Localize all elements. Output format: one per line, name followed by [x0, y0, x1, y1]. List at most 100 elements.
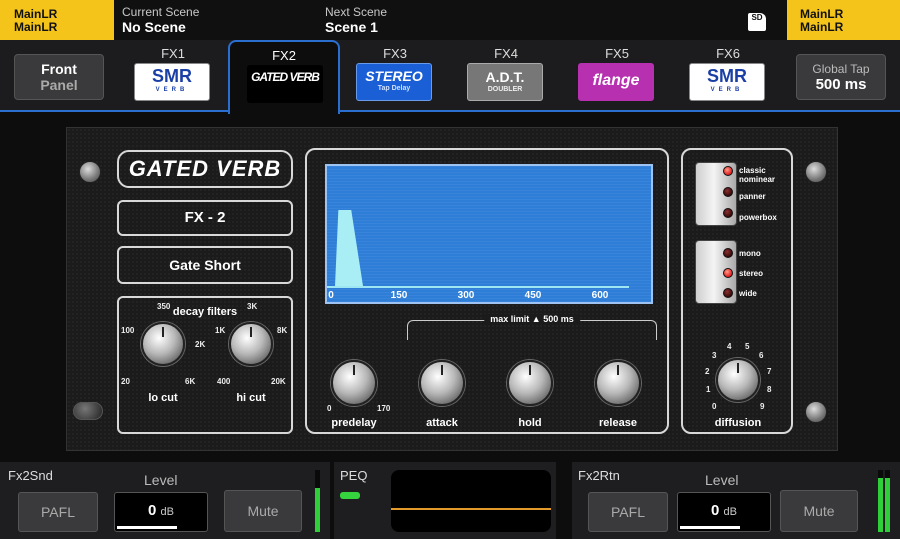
- hi-cut-knob[interactable]: [229, 322, 273, 366]
- top-bar: MainLR MainLR Current Scene No Scene Nex…: [0, 0, 900, 40]
- screw-icon: [805, 401, 827, 423]
- mode-option-classic[interactable]: classic nominear: [739, 166, 791, 184]
- send-level-field[interactable]: 0 dB: [114, 492, 208, 532]
- front-panel-line1: Front: [41, 61, 77, 77]
- smr-verb-logo: SMR VERB: [689, 63, 765, 101]
- app-root: MainLR MainLR Current Scene No Scene Nex…: [0, 0, 900, 539]
- tab-name: FX4: [494, 46, 518, 61]
- fx-panel: GATED VERB FX - 2 Gate Short decay filte…: [66, 127, 838, 451]
- tab-name: FX1: [161, 46, 185, 61]
- release-knob[interactable]: [595, 360, 641, 406]
- led-indicator: [723, 208, 733, 218]
- envelope-display[interactable]: 0 150 300 450 600: [325, 164, 653, 304]
- send-mute-button[interactable]: Mute: [224, 490, 302, 532]
- predelay-label: predelay: [331, 417, 377, 429]
- predelay-knob[interactable]: [331, 360, 377, 406]
- time-tick: 300: [457, 290, 475, 301]
- current-scene-value: No Scene: [122, 19, 186, 35]
- options-section: classic nominear panner powerbox mono st…: [681, 148, 793, 434]
- adt-doubler-logo: A.D.T. DOUBLER: [467, 63, 543, 101]
- hi-cut-scale-20k: 20K: [271, 377, 286, 386]
- lo-cut-scale-20: 20: [121, 377, 130, 386]
- return-level-meter-l: [878, 470, 883, 532]
- send-level-meter: [315, 470, 320, 532]
- logo-text: SMR: [707, 66, 747, 86]
- fx-send-strip: Fx2Snd Level PAFL 0 dB Mute: [0, 462, 330, 539]
- return-mute-button[interactable]: Mute: [780, 490, 858, 532]
- led-indicator: [723, 166, 733, 176]
- meter-fill: [878, 478, 883, 532]
- front-panel-button[interactable]: Front Panel: [14, 54, 104, 100]
- meter-fill: [315, 488, 320, 532]
- hold-knob[interactable]: [507, 360, 553, 406]
- lo-cut-scale-100: 100: [121, 326, 135, 335]
- peq-enabled-led[interactable]: [340, 492, 360, 499]
- diffusion-scale-6: 6: [759, 351, 764, 360]
- global-tap-button[interactable]: Global Tap 500 ms: [796, 54, 886, 100]
- flange-logo: flange: [578, 63, 654, 101]
- send-level-value: 0: [148, 502, 157, 519]
- envelope-section: 0 150 300 450 600 max limit ▲ 500 ms 0 1…: [305, 148, 669, 434]
- rack-slot-icon: [73, 402, 103, 420]
- diffusion-scale-3: 3: [712, 351, 717, 360]
- return-level-label: Level: [705, 472, 739, 488]
- gated-verb-logo: GATED VERB: [247, 65, 323, 103]
- attack-knob[interactable]: [419, 360, 465, 406]
- hold-label: hold: [518, 417, 542, 429]
- current-scene-label: Current Scene: [122, 5, 200, 19]
- lo-cut-label: lo cut: [148, 392, 178, 404]
- diffusion-scale-8: 8: [767, 385, 772, 394]
- mode-option-powerbox[interactable]: powerbox: [739, 213, 777, 222]
- logo-sub: VERB: [710, 87, 744, 93]
- tab-fx4[interactable]: FX4 A.D.T. DOUBLER: [450, 40, 562, 112]
- width-option-mono[interactable]: mono: [739, 249, 761, 258]
- max-limit-bracket: max limit ▲ 500 ms: [407, 314, 657, 340]
- diffusion-scale-0: 0: [712, 402, 717, 411]
- return-level-value: 0: [711, 502, 720, 519]
- hi-cut-scale-8k: 8K: [277, 326, 288, 335]
- logo-text: flange: [592, 72, 640, 89]
- global-tap-value: 500 ms: [815, 76, 867, 93]
- logo-sub: DOUBLER: [487, 86, 523, 93]
- tab-fx2[interactable]: FX2 GATED VERB: [228, 40, 340, 114]
- main-lr-left-badge[interactable]: MainLR MainLR: [0, 0, 114, 40]
- peq-strip[interactable]: PEQ: [334, 462, 556, 539]
- tab-fx5[interactable]: FX5 flange: [561, 40, 673, 112]
- peq-label: PEQ: [340, 468, 368, 483]
- diffusion-scale-2: 2: [705, 367, 710, 376]
- lo-cut-knob[interactable]: [141, 322, 185, 366]
- logo-sub: VERB: [155, 87, 189, 93]
- current-scene[interactable]: Current Scene No Scene: [122, 5, 199, 35]
- mode-option-panner[interactable]: panner: [739, 192, 766, 201]
- diffusion-scale-5: 5: [745, 342, 750, 351]
- logo-text: SMR: [152, 66, 192, 86]
- preset-name[interactable]: Gate Short: [117, 246, 293, 284]
- return-level-field[interactable]: 0 dB: [677, 492, 771, 532]
- decay-filters-section: decay filters 20 100 350 6K lo cut 1K 2K…: [117, 296, 293, 434]
- send-name: Fx2Snd: [8, 468, 53, 483]
- stereo-tap-delay-logo: STEREO Tap Delay: [356, 63, 432, 101]
- front-panel-line2: Panel: [40, 77, 78, 93]
- diffusion-knob[interactable]: [716, 358, 760, 402]
- tab-fx6[interactable]: FX6 SMR VERB: [672, 40, 784, 112]
- main-lr-right-badge[interactable]: MainLR MainLR: [787, 0, 900, 40]
- peq-curve-display[interactable]: [391, 470, 551, 532]
- diffusion-scale-4: 4: [727, 342, 732, 351]
- meter-fill: [885, 478, 890, 532]
- tab-fx3[interactable]: FX3 STEREO Tap Delay: [339, 40, 451, 112]
- badge-line2: MainLR: [14, 20, 58, 34]
- send-level-bar: [117, 526, 177, 529]
- width-option-wide[interactable]: wide: [739, 289, 757, 298]
- fx-return-strip: Fx2Rtn Level PAFL 0 dB Mute: [572, 462, 900, 539]
- next-scene[interactable]: Next Scene Scene 1: [325, 5, 387, 35]
- diffusion-scale-9: 9: [760, 402, 765, 411]
- send-pafl-button[interactable]: PAFL: [18, 492, 98, 532]
- lo-cut-scale-350: 350: [157, 302, 171, 311]
- return-pafl-button[interactable]: PAFL: [588, 492, 668, 532]
- effect-title: GATED VERB: [117, 150, 293, 188]
- badge-line2: MainLR: [800, 20, 844, 34]
- smr-verb-logo: SMR VERB: [134, 63, 210, 101]
- release-label: release: [599, 417, 637, 429]
- width-option-stereo[interactable]: stereo: [739, 269, 763, 278]
- tab-fx1[interactable]: FX1 SMR VERB: [117, 40, 229, 112]
